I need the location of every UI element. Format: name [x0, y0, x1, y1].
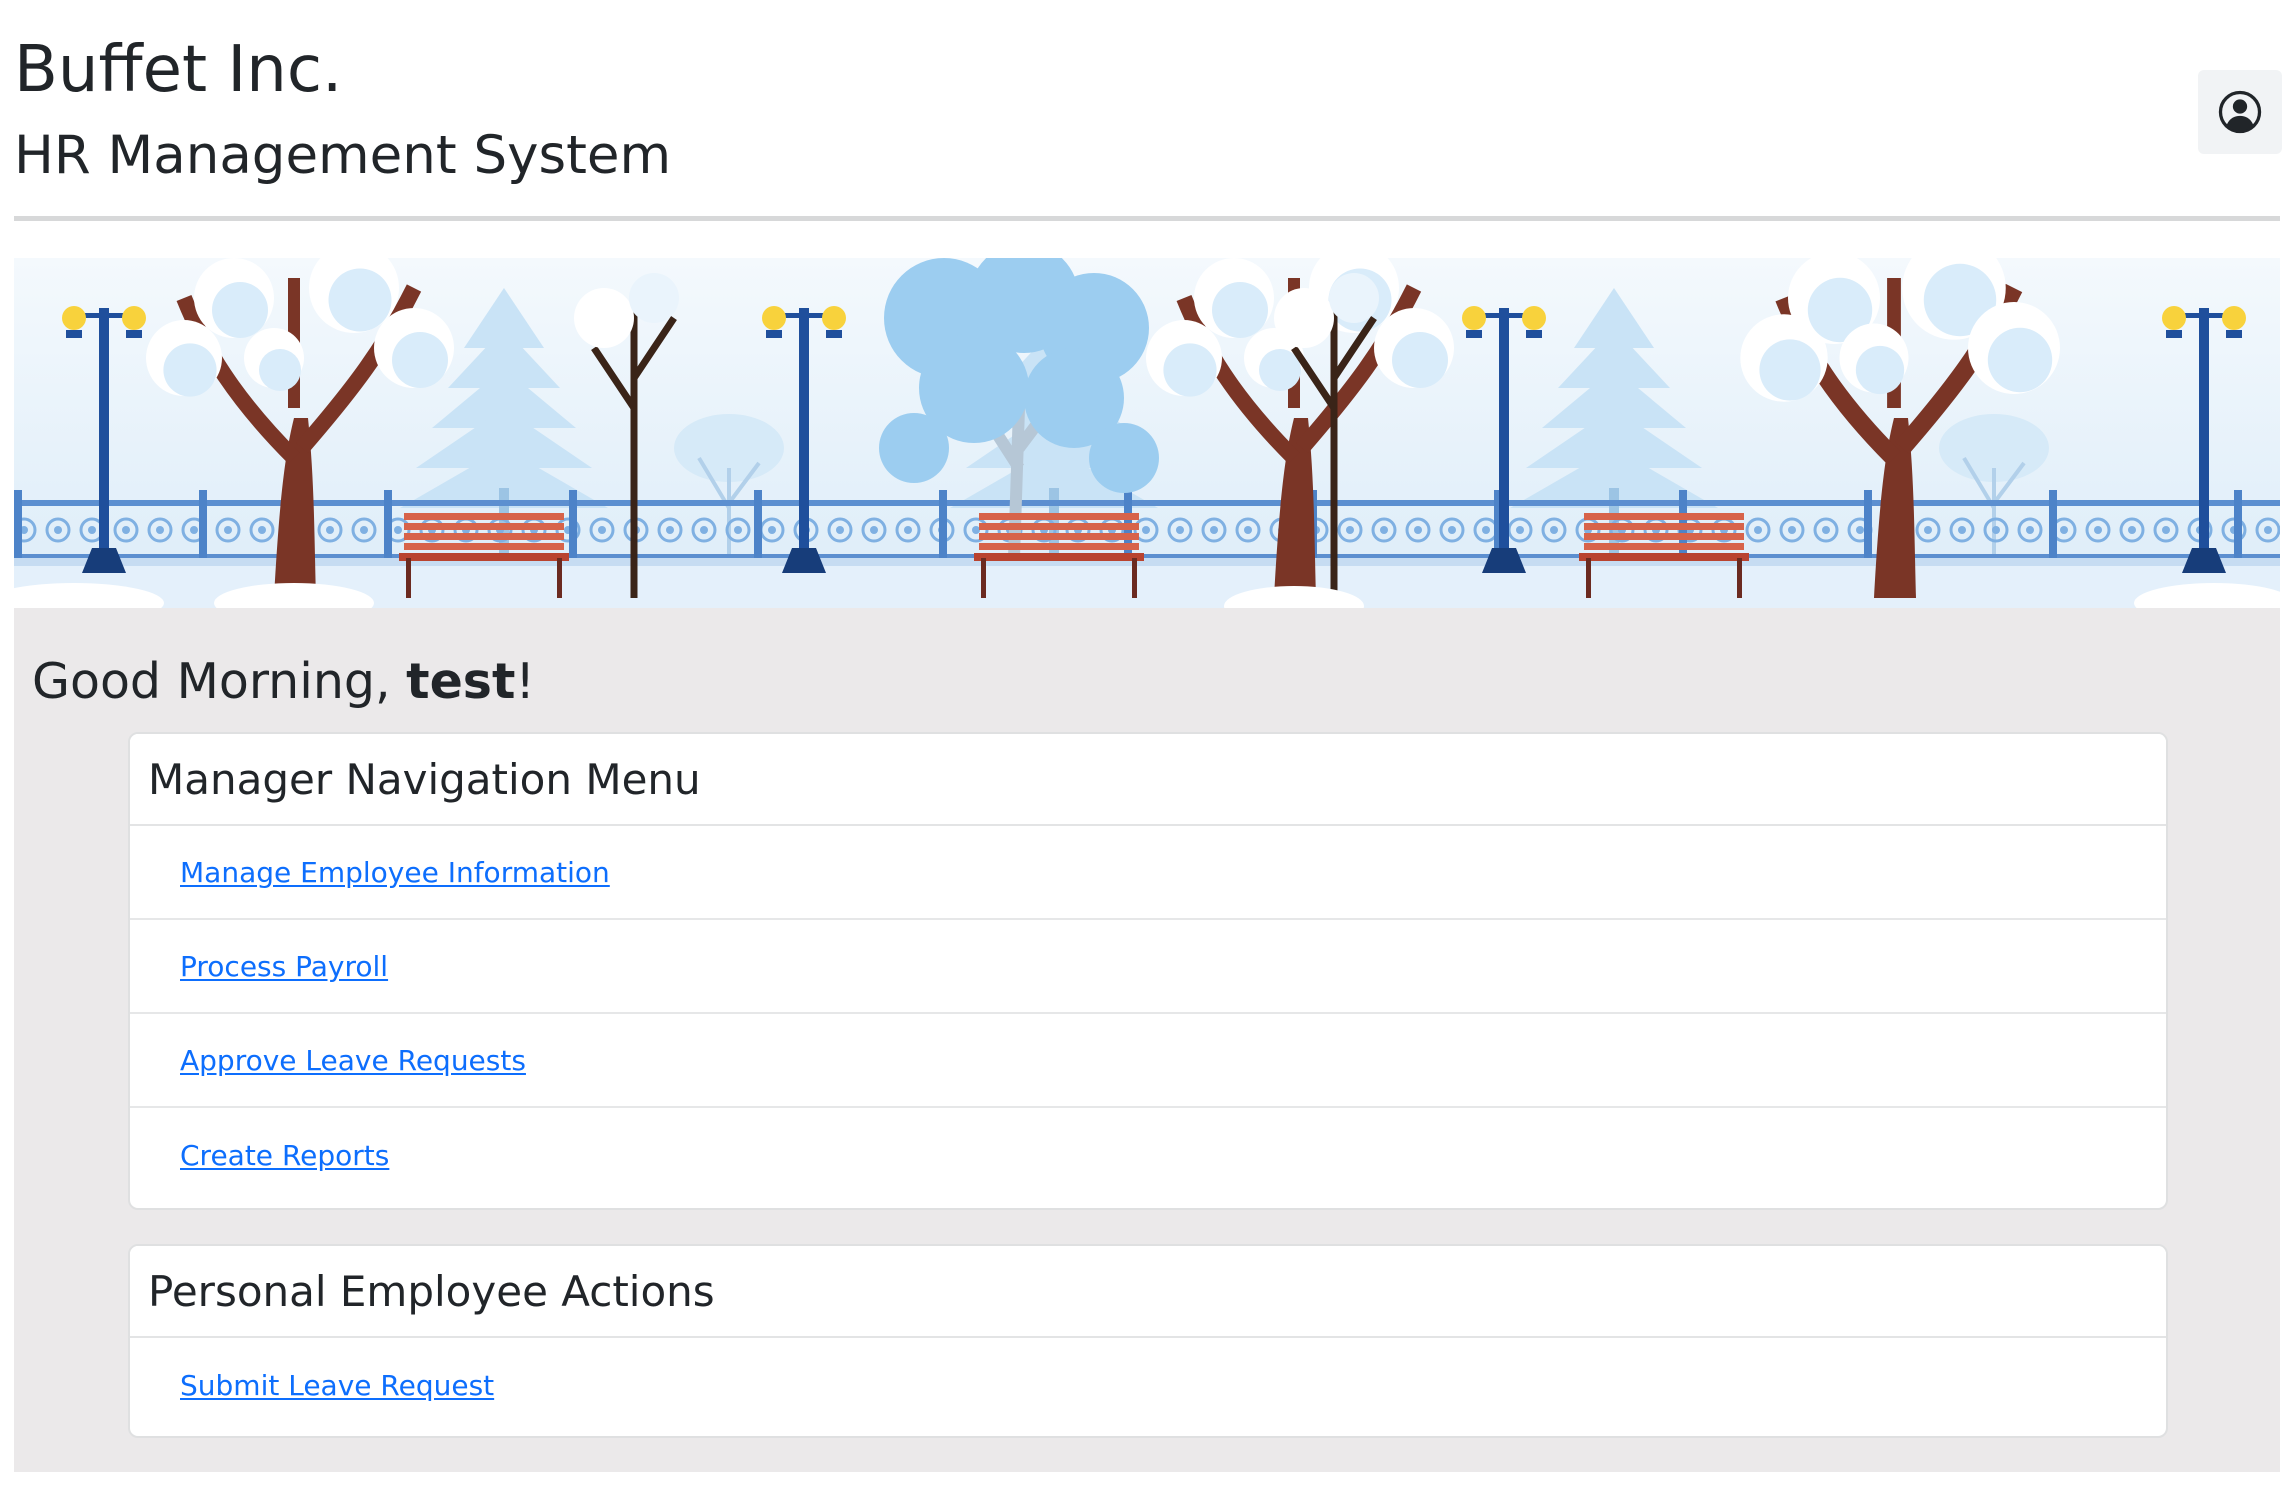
greeting-username: test	[406, 653, 516, 710]
list-item: Process Payroll	[130, 920, 2166, 1014]
manage-employee-information-link[interactable]: Manage Employee Information	[180, 856, 610, 889]
profile-button[interactable]	[2198, 70, 2282, 154]
list-item: Manage Employee Information	[130, 826, 2166, 920]
main-content: Good Morning, test! Manager Navigation M…	[14, 608, 2280, 1472]
manager-navigation-card: Manager Navigation Menu Manage Employee …	[128, 732, 2168, 1210]
company-name: Buffet Inc.	[14, 33, 343, 107]
manager-navigation-title: Manager Navigation Menu	[130, 734, 2166, 826]
system-name: HR Management System	[14, 125, 672, 186]
list-item: Create Reports	[130, 1108, 2166, 1202]
process-payroll-link[interactable]: Process Payroll	[180, 950, 388, 983]
header-divider	[14, 216, 2280, 221]
approve-leave-requests-link[interactable]: Approve Leave Requests	[180, 1044, 526, 1077]
submit-leave-request-link[interactable]: Submit Leave Request	[180, 1369, 494, 1402]
employee-actions-card: Personal Employee Actions Submit Leave R…	[128, 1244, 2168, 1438]
page: Buffet Inc. HR Management System Good Mo…	[0, 0, 2294, 1492]
list-item: Approve Leave Requests	[130, 1014, 2166, 1108]
person-circle-icon	[2218, 90, 2262, 134]
greeting-text: Good Morning,	[32, 653, 407, 710]
list-item: Submit Leave Request	[130, 1338, 2166, 1432]
header: Buffet Inc. HR Management System	[14, 0, 2282, 222]
banner-image	[14, 258, 2280, 608]
employee-actions-title: Personal Employee Actions	[130, 1246, 2166, 1338]
greeting-suffix: !	[515, 653, 536, 710]
greeting: Good Morning, test!	[32, 650, 535, 714]
create-reports-link[interactable]: Create Reports	[180, 1139, 389, 1172]
